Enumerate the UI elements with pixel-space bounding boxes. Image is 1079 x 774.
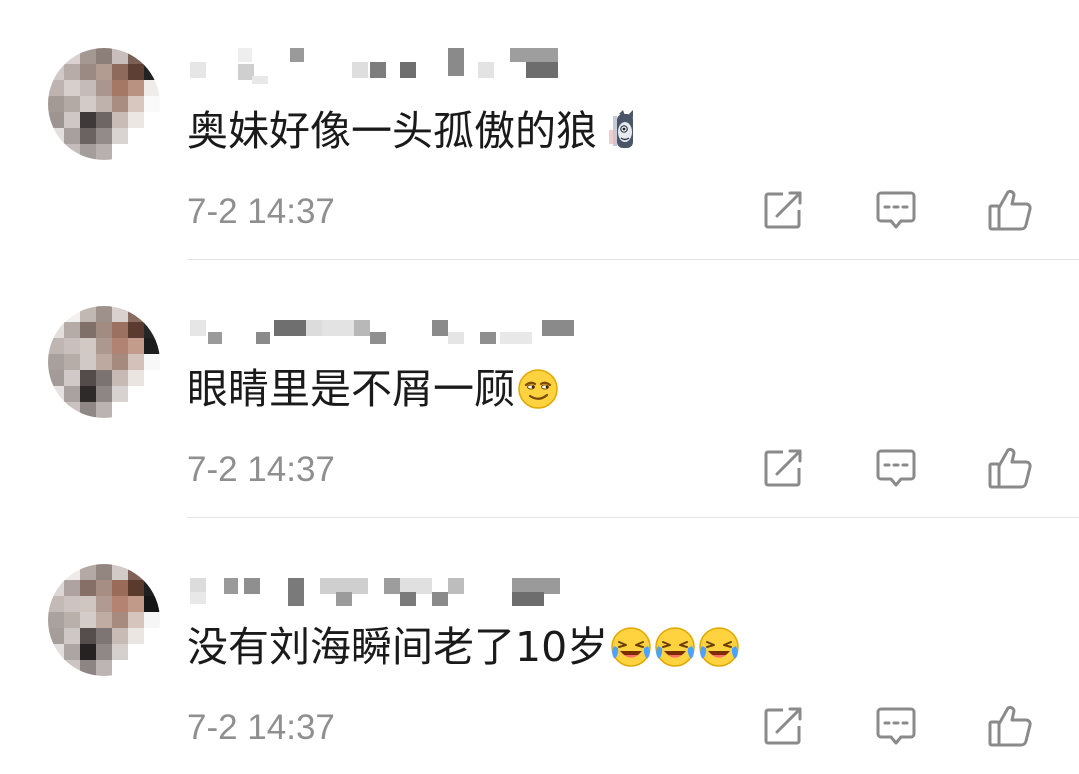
username-obscured[interactable] xyxy=(190,564,570,606)
like-button[interactable] xyxy=(986,186,1034,234)
username-obscured[interactable] xyxy=(190,48,570,84)
avatar[interactable] xyxy=(48,306,160,418)
crying-laugh-emoji xyxy=(610,626,652,668)
reply-button[interactable] xyxy=(872,702,920,750)
thumbs-up-icon xyxy=(988,447,1032,489)
avatar[interactable] xyxy=(48,48,160,160)
repost-icon xyxy=(764,707,802,745)
comment-icon xyxy=(876,449,916,487)
reply-button[interactable] xyxy=(872,444,920,492)
repost-button[interactable] xyxy=(759,702,807,750)
comment-timestamp: 7-2 14:37 xyxy=(187,708,335,747)
avatar[interactable] xyxy=(48,564,160,676)
wolf-emoji xyxy=(599,110,641,152)
repost-button[interactable] xyxy=(759,444,807,492)
crying-laugh-emoji xyxy=(698,626,740,668)
comment-icon xyxy=(876,707,916,745)
repost-icon xyxy=(764,449,802,487)
reply-button[interactable] xyxy=(872,186,920,234)
comment-item: 没有刘海瞬间老了10岁 7-2 14:37 xyxy=(0,516,1079,774)
thumbs-up-icon xyxy=(988,189,1032,231)
smirk-emoji xyxy=(517,368,559,410)
like-button[interactable] xyxy=(986,702,1034,750)
comment-text: 没有刘海瞬间老了10岁 xyxy=(187,619,740,675)
repost-icon xyxy=(764,191,802,229)
comment-timestamp: 7-2 14:37 xyxy=(187,450,335,489)
comment-item: 眼睛里是不屑一顾 7-2 14:37 xyxy=(0,258,1079,518)
comment-item: 奥妹好像一头孤傲的狼 7-2 14:37 xyxy=(0,0,1079,260)
like-button[interactable] xyxy=(986,444,1034,492)
comment-text: 奥妹好像一头孤傲的狼 xyxy=(187,103,641,159)
comment-icon xyxy=(876,191,916,229)
crying-laugh-emoji xyxy=(654,626,696,668)
comment-timestamp: 7-2 14:37 xyxy=(187,192,335,231)
comment-text: 眼睛里是不屑一顾 xyxy=(187,361,559,417)
repost-button[interactable] xyxy=(759,186,807,234)
username-obscured[interactable] xyxy=(190,306,574,344)
thumbs-up-icon xyxy=(988,705,1032,747)
